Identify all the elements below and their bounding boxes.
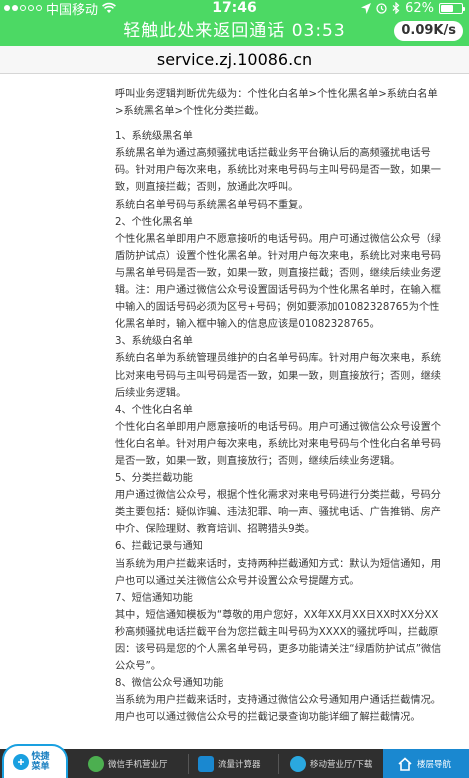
status-right: 62% <box>361 0 465 16</box>
article-content: 呼叫业务逻辑判断优先级为：个性化白名单>个性化黑名单>系统白名单>系统黑名单>个… <box>115 86 445 726</box>
section-heading: 2、个性化黑名单 <box>115 216 193 228</box>
section-heading: 4、个性化白名单 <box>115 404 193 416</box>
section-heading: 7、短信通知功能 <box>115 592 193 604</box>
nav-divider <box>188 754 189 774</box>
paragraph: 当系统为用户拦截来话时，支持两种拦截通知方式：默认为短信通知，用户也可以通过关注… <box>115 558 441 587</box>
network-speed-badge: 0.09K/s <box>394 21 463 41</box>
quick-menu-button[interactable]: 快捷菜单 <box>2 744 68 778</box>
nav-item-floor-navigation[interactable]: 楼层导航 <box>383 749 469 778</box>
paragraph: 系统黑名单为通过高频骚扰电话拦截业务平台确认后的高频骚扰电话号码。针对用户每次来… <box>115 148 441 194</box>
nav-item-mobile-hall-download[interactable]: 移动营业厅/下载 <box>290 749 372 778</box>
battery-fill <box>441 4 454 12</box>
china-mobile-icon <box>290 755 306 772</box>
paragraph: 用户通过微信公众号，根据个性化需求对来电号码进行分类拦截，号码分类主要包括：疑似… <box>115 490 441 536</box>
section-heading: 5、分类拦截功能 <box>115 473 193 485</box>
paragraph: 其中，短信通知模板为“尊敬的用户您好，XX年XX月XX日XX时XX分XX秒高频骚… <box>115 609 442 673</box>
home-icon <box>398 756 412 771</box>
return-to-call-banner[interactable]: 轻触此处来返回通话 03:53 0.09K/s <box>0 16 469 46</box>
section-heading: 8、微信公众号通知功能 <box>115 678 224 690</box>
paragraph: 个性化黑名单即用户不愿意接听的电话号码。用户可通过微信公众号（绿盾防护试点）设置… <box>115 233 441 331</box>
nav-item-label: 楼层导航 <box>417 759 452 770</box>
section-heading: 1、系统级黑名单 <box>115 131 193 143</box>
url-bar[interactable]: service.zj.10086.cn <box>0 46 469 74</box>
quick-menu-icon <box>12 754 29 770</box>
battery-percent: 62% <box>405 0 434 16</box>
battery-icon <box>439 2 465 14</box>
alarm-icon <box>376 2 387 14</box>
nav-item-flow-calculator[interactable]: 流量计算器 <box>198 749 261 778</box>
paragraph: 当系统为用户拦截来话时，支持通过微信公众号通知用户通话拦截情况。用户也可以通过微… <box>115 695 441 724</box>
nav-item-label: 流量计算器 <box>218 759 261 770</box>
nav-item-label: 移动营业厅/下载 <box>310 759 373 770</box>
paragraph: 呼叫业务逻辑判断优先级为：个性化白名单>个性化黑名单>系统白名单>系统黑名单>个… <box>115 89 438 118</box>
status-bar: 中国移动 17:46 62% <box>0 0 469 18</box>
calculator-icon <box>198 755 214 772</box>
wechat-icon <box>88 755 104 772</box>
paragraph: 个性化白名单即用户愿意接听的电话号码。用户可通过微信公众号设置个性化白名单。针对… <box>115 421 441 467</box>
nav-item-label: 微信手机营业厅 <box>108 759 168 770</box>
paragraph: 系统白名单号码与系统黑名单号码不重复。 <box>115 199 309 211</box>
quick-menu-label: 快捷菜单 <box>31 752 50 772</box>
section-heading: 3、系统级白名单 <box>115 336 193 348</box>
nav-divider <box>278 754 279 774</box>
section-heading: 6、拦截记录与通知 <box>115 541 203 553</box>
location-icon <box>361 2 372 14</box>
nav-item-wechat-hall[interactable]: 微信手机营业厅 <box>88 749 168 778</box>
paragraph: 系统白名单为系统管理员维护的白名单号码库。针对用户每次来电，系统比对来电号码与主… <box>115 353 441 399</box>
bluetooth-icon <box>392 2 400 14</box>
